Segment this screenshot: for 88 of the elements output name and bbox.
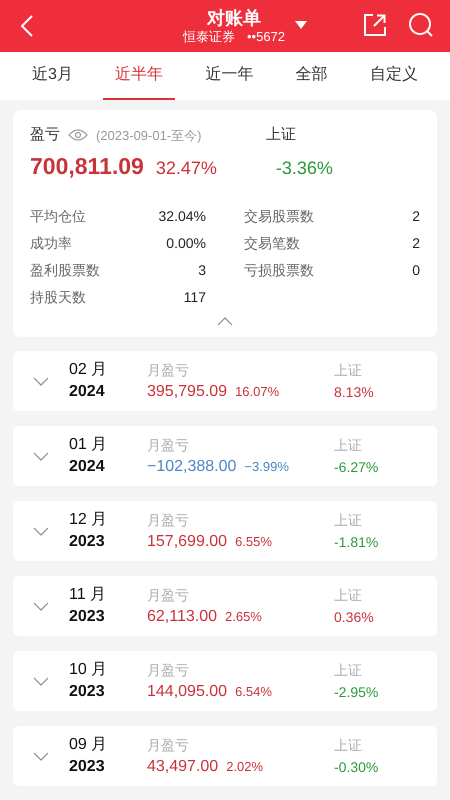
account-number: ••5672 — [246, 29, 286, 45]
stat-label: 交易股票数 — [244, 207, 314, 226]
monthly-profit-label: 月盈亏 — [147, 511, 190, 530]
expand-icon[interactable] — [33, 526, 49, 536]
monthly-percent: 6.54% — [235, 683, 272, 701]
stat-label: 盈利股票数 — [30, 261, 100, 280]
stat-value: 32.04% — [158, 207, 206, 226]
eye-icon[interactable] — [68, 128, 88, 142]
year-label: 2023 — [69, 757, 106, 777]
monthly-profit: 395,795.09 — [147, 382, 228, 402]
index-change: -2.95% — [334, 683, 378, 702]
month-label: 02 月 — [69, 360, 108, 380]
expand-icon[interactable] — [33, 376, 49, 386]
monthly-profit-label: 月盈亏 — [147, 661, 190, 680]
month-label: 09 月 — [69, 735, 108, 755]
monthly-percent: 6.55% — [235, 533, 272, 551]
search-icon[interactable] — [408, 12, 434, 38]
month-card[interactable]: 11 月 2023 月盈亏 62,113.00 2.65% 上证 0.36% — [13, 576, 437, 636]
index-label: 上证 — [334, 511, 363, 530]
index-change: -0.30% — [334, 758, 378, 777]
monthly-profit-label: 月盈亏 — [147, 361, 190, 380]
stat-label: 交易笔数 — [244, 234, 300, 253]
index-label: 上证 — [334, 436, 363, 455]
monthly-profit: −102,388.00 — [147, 457, 236, 477]
monthly-profit-label: 月盈亏 — [147, 586, 190, 605]
stat-value: 0 — [412, 261, 420, 280]
period-tab[interactable]: 自定义 — [358, 52, 430, 100]
monthly-profit: 43,497.00 — [147, 757, 218, 777]
index-change: -6.27% — [334, 458, 378, 477]
index-label: 上证 — [334, 586, 363, 605]
index-label: 上证 — [334, 661, 363, 680]
period-tab[interactable]: 近半年 — [103, 52, 176, 100]
back-icon[interactable] — [20, 14, 34, 38]
index-label: 上证 — [334, 361, 363, 380]
year-label: 2023 — [69, 532, 106, 552]
stat-value: 2 — [412, 234, 420, 253]
year-label: 2024 — [69, 457, 106, 477]
monthly-percent: −3.99% — [244, 458, 289, 476]
period-tab[interactable]: 全部 — [284, 52, 340, 100]
broker-name: 恒泰证券 — [182, 29, 235, 45]
monthly-profit: 144,095.00 — [147, 682, 228, 702]
total-profit: 700,811.09 — [30, 152, 144, 180]
stat-value: 0.00% — [166, 234, 206, 253]
month-card[interactable]: 10 月 2023 月盈亏 144,095.00 6.54% 上证 -2.95% — [13, 651, 437, 711]
monthly-profit: 157,699.00 — [147, 532, 228, 552]
stat-value: 117 — [184, 288, 206, 307]
index-change: 8.13% — [334, 383, 374, 402]
index-change: 0.36% — [334, 608, 374, 627]
year-label: 2023 — [69, 607, 106, 627]
collapse-icon[interactable] — [217, 316, 233, 326]
month-card[interactable]: 01 月 2024 月盈亏 −102,388.00 −3.99% 上证 -6.27% — [13, 426, 437, 486]
monthly-profit-label: 月盈亏 — [147, 736, 190, 755]
monthly-profit: 62,113.00 — [147, 607, 217, 627]
monthly-percent: 16.07% — [235, 383, 280, 401]
stat-label: 成功率 — [30, 234, 72, 253]
month-card[interactable]: 09 月 2023 月盈亏 43,497.00 2.02% 上证 -0.30% — [13, 726, 437, 786]
stat-label: 平均仓位 — [30, 207, 86, 226]
month-label: 12 月 — [69, 510, 108, 530]
month-label: 10 月 — [69, 660, 108, 680]
period-tab[interactable]: 近3月 — [20, 52, 85, 100]
expand-icon[interactable] — [33, 452, 49, 460]
stat-value: 3 — [198, 261, 206, 280]
index-change: -3.36% — [276, 156, 333, 180]
year-label: 2023 — [69, 682, 106, 702]
index-change: -1.81% — [334, 533, 378, 552]
year-label: 2024 — [69, 382, 106, 402]
profit-label: 盈亏 — [30, 125, 60, 145]
profit-percent: 32.47% — [156, 156, 218, 180]
expand-icon[interactable] — [33, 602, 49, 610]
index-label: 上证 — [266, 125, 296, 145]
monthly-percent: 2.65% — [225, 608, 262, 626]
month-label: 11 月 — [69, 585, 108, 605]
index-label: 上证 — [334, 736, 363, 755]
stat-value: 2 — [412, 207, 420, 226]
month-card[interactable]: 02 月 2024 月盈亏 395,795.09 16.07% 上证 8.13% — [13, 351, 437, 411]
expand-icon[interactable] — [33, 676, 49, 686]
expand-icon[interactable] — [33, 752, 49, 760]
month-card[interactable]: 12 月 2023 月盈亏 157,699.00 6.55% 上证 -1.81% — [13, 501, 437, 561]
page-title: 对账单 — [207, 7, 261, 29]
period-tab[interactable]: 近一年 — [193, 52, 266, 100]
share-icon[interactable] — [362, 12, 388, 38]
monthly-percent: 2.02% — [226, 758, 264, 776]
stat-label: 持股天数 — [30, 288, 86, 307]
dropdown-icon[interactable] — [294, 20, 308, 30]
monthly-profit-label: 月盈亏 — [147, 436, 190, 455]
stat-label: 亏损股票数 — [244, 261, 314, 280]
date-range: (2023-09-01-至今) — [96, 126, 202, 145]
month-label: 01 月 — [69, 435, 108, 455]
